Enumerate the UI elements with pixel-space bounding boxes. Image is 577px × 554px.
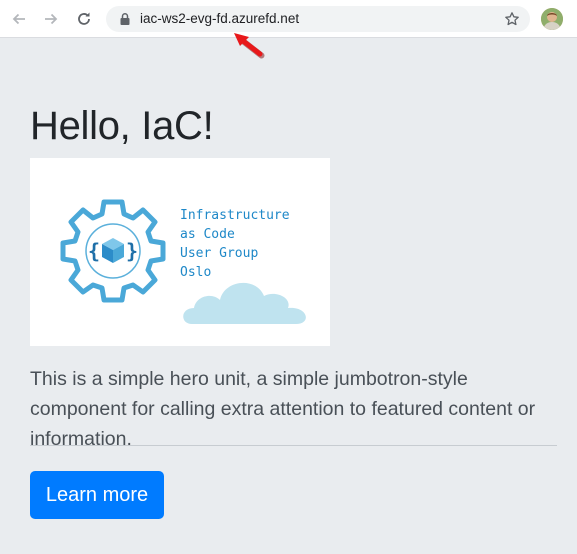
arrow-left-icon xyxy=(12,13,25,25)
svg-text:}: } xyxy=(126,239,138,263)
logo-line: Infrastructure xyxy=(180,208,290,223)
page-title: Hello, IaC! xyxy=(30,104,214,148)
logo-line: User Group xyxy=(180,246,259,261)
divider xyxy=(30,445,557,446)
lead-paragraph: This is a simple hero unit, a simple jum… xyxy=(30,368,536,450)
reload-icon xyxy=(78,12,90,25)
star-icon[interactable] xyxy=(504,11,520,27)
lock-icon xyxy=(120,13,130,25)
back-button[interactable] xyxy=(6,6,32,32)
reload-button[interactable] xyxy=(71,6,97,32)
profile-picture xyxy=(541,8,563,30)
url-text[interactable]: iac-ws2-evg-fd.azurefd.net xyxy=(140,6,299,32)
arrow-right-icon xyxy=(45,13,58,25)
logo-line: Oslo xyxy=(180,265,212,280)
iac-user-group-logo: { } Infrastructure as Code User Group Os… xyxy=(30,158,330,346)
address-bar[interactable]: iac-ws2-evg-fd.azurefd.net xyxy=(106,6,530,32)
annotation-arrow xyxy=(234,33,265,59)
learn-more-button[interactable]: Learn more xyxy=(30,471,164,519)
logo-line: as Code xyxy=(180,227,235,242)
browser-toolbar: iac-ws2-evg-fd.azurefd.net xyxy=(0,0,577,38)
svg-text:{: { xyxy=(88,239,100,263)
forward-button[interactable] xyxy=(38,6,64,32)
logo-text: Infrastructure as Code User Group Oslo xyxy=(180,206,290,282)
avatar[interactable] xyxy=(541,8,563,30)
